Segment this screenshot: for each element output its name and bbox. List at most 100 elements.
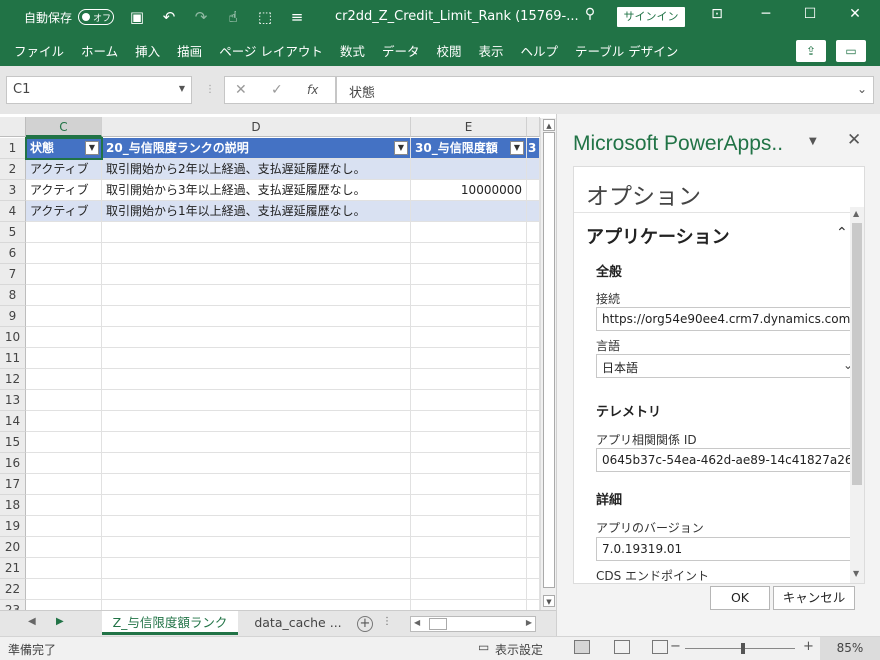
row-header[interactable]: 11 [0,348,26,369]
table-cell[interactable]: アクティブ [26,201,102,222]
normal-view-icon[interactable] [574,640,590,654]
grid-cell[interactable] [26,348,102,369]
row-header[interactable]: 3 [0,180,26,201]
grid-cell[interactable] [26,327,102,348]
grid-cell[interactable] [527,327,540,348]
table-cell[interactable]: 取引開始から3年以上経過、支払遅延履歴なし。 [102,180,411,201]
tab-review[interactable]: 校閲 [436,41,461,60]
row-header[interactable]: 1 [0,138,26,159]
language-select[interactable]: 日本語 ⌄ [596,354,858,378]
grid-cell[interactable] [102,243,411,264]
scroll-right-icon[interactable]: ▶ [526,618,532,627]
grid-cell[interactable] [26,579,102,600]
grid-cell[interactable] [26,369,102,390]
grid-cell[interactable] [527,516,540,537]
grid-cell[interactable] [102,537,411,558]
grid-cell[interactable] [411,306,527,327]
grid-cell[interactable] [527,369,540,390]
tab-draw[interactable]: 描画 [177,41,202,60]
table-cell[interactable] [527,201,540,222]
tab-data[interactable]: データ [382,41,420,60]
tab-table-design[interactable]: テーブル デザイン [575,41,678,60]
grid-cell[interactable] [527,390,540,411]
grid-cell[interactable] [527,411,540,432]
grid-cell[interactable] [411,558,527,579]
zoom-slider-knob[interactable] [741,643,745,654]
grid-cell[interactable] [26,453,102,474]
row-header[interactable]: 18 [0,495,26,516]
grid-cell[interactable] [527,453,540,474]
table-header-cell[interactable]: 20_与信限度ランクの説明 ▼ [102,138,411,159]
grid-cell[interactable] [527,243,540,264]
zoom-level[interactable]: 85% [820,637,880,660]
table-cell[interactable] [411,159,527,180]
tab-home[interactable]: ホーム [81,41,118,60]
hscroll-thumb[interactable] [429,618,447,630]
grid-cell[interactable] [411,537,527,558]
scroll-down-icon[interactable]: ▼ [853,569,859,578]
add-sheet-icon[interactable]: + [357,616,373,632]
tab-file[interactable]: ファイル [14,41,64,60]
grid-cell[interactable] [102,327,411,348]
row-header[interactable]: 2 [0,159,26,180]
grid-cell[interactable] [411,327,527,348]
application-heading[interactable]: アプリケーション [586,223,730,249]
row-header[interactable]: 13 [0,390,26,411]
name-box[interactable]: C1 ▼ [6,76,192,104]
grid-cell[interactable] [527,558,540,579]
chevron-down-icon[interactable]: ▼ [179,84,185,93]
grid-cell[interactable] [527,474,540,495]
scroll-left-icon[interactable]: ◀ [414,618,420,627]
splitter-icon[interactable]: ⋮ [205,84,215,95]
grid-cell[interactable] [411,264,527,285]
grid-cell[interactable] [411,432,527,453]
column-header-d[interactable]: D [102,117,411,137]
zoom-in-icon[interactable]: + [803,639,814,654]
grid-cell[interactable] [102,474,411,495]
row-header[interactable]: 22 [0,579,26,600]
table-header-cell[interactable]: 状態 ▼ [26,138,102,159]
grid-cell[interactable] [26,537,102,558]
screenshot-icon[interactable]: ⬚ [256,8,274,26]
grid-cell[interactable] [102,453,411,474]
column-header-e[interactable]: E [411,117,527,137]
table-header-cell[interactable]: 30_与信限度額 ▼ [411,138,527,159]
grid-cell[interactable] [102,369,411,390]
scroll-thumb[interactable] [543,132,555,588]
pane-close-icon[interactable]: ✕ [847,130,861,150]
table-cell[interactable]: 取引開始から1年以上経過、支払遅延履歴なし。 [102,201,411,222]
grid-cell[interactable] [102,348,411,369]
correlation-id-field[interactable]: 0645b37c-54ea-462d-ae89-14c41827a267 [596,448,858,472]
grid-cell[interactable] [102,495,411,516]
table-header-cell[interactable]: 3 [527,138,540,159]
grid-cell[interactable] [102,306,411,327]
page-layout-view-icon[interactable] [614,640,630,654]
table-cell[interactable] [527,159,540,180]
close-icon[interactable]: ✕ [845,6,865,22]
grid-cell[interactable] [26,264,102,285]
grid-cell[interactable] [411,516,527,537]
grid-cell[interactable] [411,495,527,516]
grid-cell[interactable] [411,285,527,306]
grid-cell[interactable] [527,264,540,285]
grid-cell[interactable] [26,495,102,516]
grid-cell[interactable] [527,432,540,453]
row-header[interactable]: 7 [0,264,26,285]
grid-cell[interactable] [527,495,540,516]
cancel-icon[interactable]: ✕ [235,82,247,98]
grid-cell[interactable] [527,537,540,558]
tab-view[interactable]: 表示 [478,41,503,60]
display-settings-button[interactable]: 表示設定 [495,641,543,658]
row-header[interactable]: 5 [0,222,26,243]
grid-cell[interactable] [411,453,527,474]
grid-cell[interactable] [26,411,102,432]
filter-dropdown-icon[interactable]: ▼ [85,141,99,155]
grid-cell[interactable] [411,348,527,369]
grid-cell[interactable] [411,411,527,432]
tab-page-layout[interactable]: ページ レイアウト [219,41,323,60]
grid-cell[interactable] [26,306,102,327]
zoom-out-icon[interactable]: − [670,639,681,654]
grid-cell[interactable] [102,222,411,243]
select-all-corner[interactable] [0,117,26,137]
horizontal-scrollbar[interactable]: ◀ ▶ [410,616,536,632]
